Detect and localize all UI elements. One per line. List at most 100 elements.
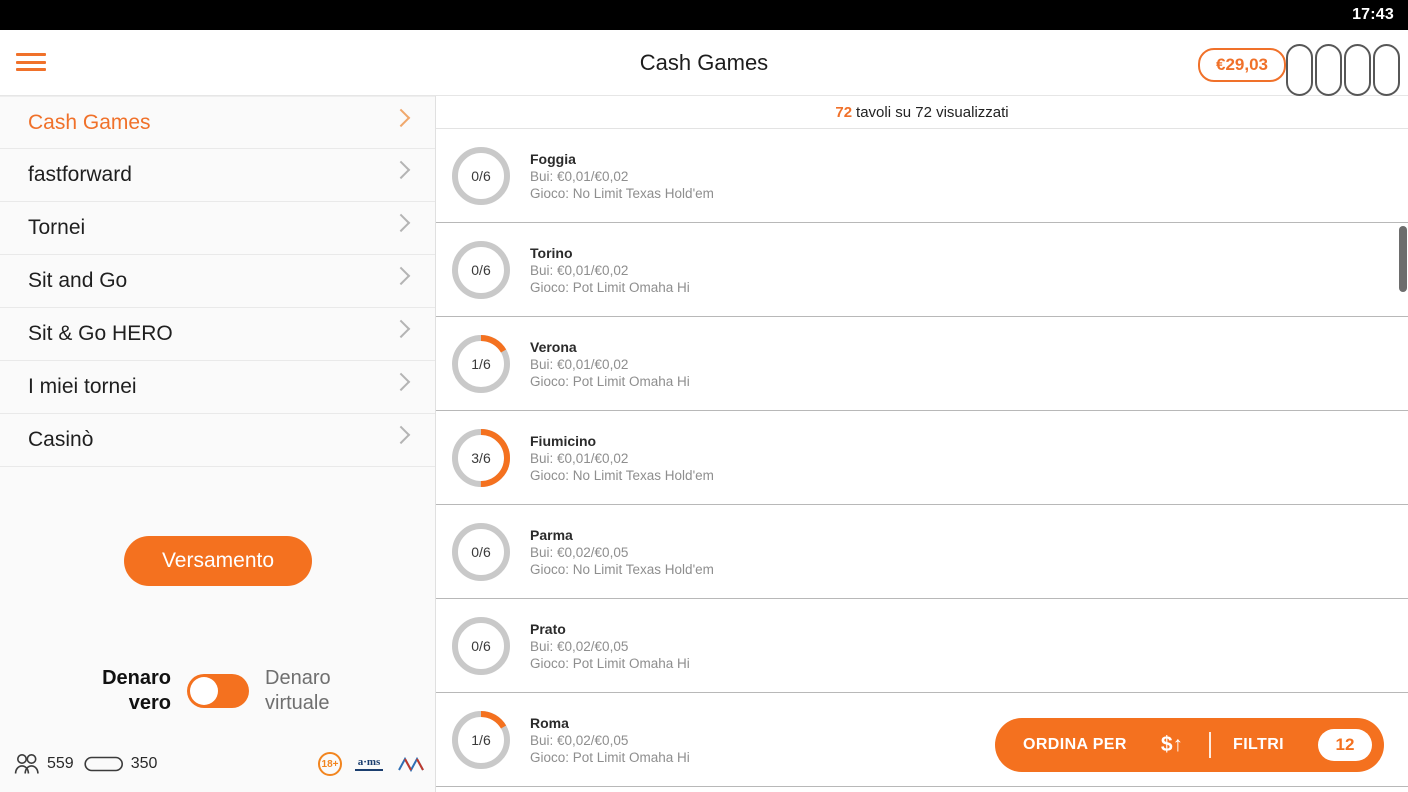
table-slot-indicators [1286,44,1400,96]
table-game-type: Gioco: Pot Limit Omaha Hi [530,373,690,389]
sort-by-label[interactable]: ORDINA PER [1023,736,1127,754]
cash-games-table-list: 72 tavoli su 72 visualizzati 0/6 Foggia Bu… [436,96,1408,792]
table-blinds: Bui: €0,01/€0,02 [530,168,629,184]
virtual-money-label-line2: virtuale [265,692,330,714]
table-name: Prato [530,620,566,637]
tables-online-stat: 350 [84,754,158,774]
table-rows: 0/6 Foggia Bui: €0,01/€0,02 Gioco: No Limit… [436,129,1408,787]
seats-count-label: 1/6 [471,355,491,372]
table-info: Fiumicino Bui: €0,01/€0,02 Gioco: No Limit… [530,433,714,483]
table-info: Verona Bui: €0,01/€0,02 Gioco: Pot Limit O… [530,339,690,389]
table-info: Foggia Bui: €0,01/€0,02 Gioco: No Limit Te… [530,151,714,201]
sidebar-item-label: Sit and Go [28,269,128,292]
table-info: Roma Bui: €0,02/€0,05 Gioco: Pot Limit Oma… [530,715,690,765]
seats-progress-ring: 1/6 [450,709,512,771]
sidebar-item-label: Casinò [28,428,94,451]
table-game-type: Gioco: Pot Limit Omaha Hi [530,279,690,295]
chevron-right-icon [391,266,411,286]
chevron-right-icon [391,319,411,339]
table-row[interactable]: 0/6 Prato Bui: €0,02/€0,05 Gioco: Pot Limit… [436,599,1408,693]
table-game-type: Gioco: No Limit Texas Hold'em [530,185,714,201]
virtual-money-label-line1: Denaro [265,667,331,689]
table-slot-icon[interactable] [1344,44,1371,96]
list-result-count: 72 [835,103,853,121]
seats-progress-ring: 0/6 [450,615,512,677]
seats-progress-ring: 0/6 [450,239,512,301]
app-root: 17:43 Cash Games €29,03 Cash Games fastfo… [0,0,1408,792]
table-row[interactable]: 1/6 Verona Bui: €0,01/€0,02 Gioco: Pot Limi… [436,317,1408,411]
adm-logo-rule [355,769,383,771]
table-name: Fiumicino [530,432,597,449]
sidebar-item-fastforward[interactable]: fastforward [0,149,435,202]
table-game-type: Gioco: Pot Limit Omaha Hi [530,749,690,765]
table-row[interactable]: 0/6 Torino Bui: €0,01/€0,02 Gioco: Pot Limi… [436,223,1408,317]
sidebar: Cash Games fastforward Tornei Sit and Go Sit… [0,96,436,792]
sidebar-item-casin[interactable]: Casinò [0,414,435,467]
sidebar-item-sit-go-hero[interactable]: Sit & Go HERO [0,308,435,361]
status-bar: 17:43 [0,0,1408,30]
deposit-button[interactable]: Versamento [123,536,313,586]
sidebar-item-label: fastforward [28,163,132,186]
chevron-right-icon [391,372,411,392]
money-toggle-switch[interactable] [187,674,249,708]
chevron-right-icon [391,160,411,180]
sidebar-item-label: Cash Games [28,110,151,134]
players-online-stat: 559 [14,753,74,775]
table-name: Parma [530,526,573,543]
sidebar-item-label: Sit & Go HERO [28,322,173,345]
sidebar-item-sit-and-go[interactable]: Sit and Go [0,255,435,308]
balance-pill[interactable]: €29,03 [1198,48,1286,82]
page-title: Cash Games [639,50,769,75]
virtual-money-label: Denaro virtuale [265,666,357,716]
table-row[interactable]: 0/6 Parma Bui: €0,02/€0,05 Gioco: No Limit … [436,505,1408,599]
table-game-type: Gioco: Pot Limit Omaha Hi [530,655,690,671]
sort-filter-action-bar[interactable]: ORDINA PER $↑ FILTRI 12 [994,718,1384,772]
scrollbar-thumb[interactable] [1399,226,1407,292]
list-scrollbar[interactable] [1399,130,1407,792]
table-row[interactable]: 0/6 Foggia Bui: €0,01/€0,02 Gioco: No Limit… [436,129,1408,223]
tables-online-count: 350 [130,755,158,772]
seats-progress-ring: 0/6 [450,521,512,583]
seats-progress-ring: 0/6 [450,145,512,207]
table-slot-icon[interactable] [1286,44,1313,96]
sidebar-item-tornei[interactable]: Tornei [0,202,435,255]
players-online-count: 559 [47,755,74,772]
players-icon [14,754,39,774]
sidebar-item-label: I miei tornei [28,375,137,398]
status-bar-clock: 17:43 [1352,6,1394,23]
sidebar-item-i-miei-tornei[interactable]: I miei tornei [0,361,435,414]
toggle-knob [190,677,218,705]
table-name: Roma [530,714,569,731]
table-game-type: Gioco: No Limit Texas Hold'em [530,467,714,483]
real-money-label-line2: vero [128,692,171,714]
table-row[interactable]: 3/6 Fiumicino Bui: €0,01/€0,02 Gioco: No Li… [436,411,1408,505]
sidebar-item-cash-games[interactable]: Cash Games [0,96,435,149]
list-result-header: 72 tavoli su 72 visualizzati [436,96,1408,129]
table-game-type: Gioco: No Limit Texas Hold'em [530,561,714,577]
table-name: Foggia [530,150,576,167]
seats-count-label: 0/6 [471,261,491,278]
seats-count-label: 1/6 [471,731,491,748]
table-slot-icon[interactable] [1373,44,1400,96]
table-blinds: Bui: €0,01/€0,02 [530,262,629,278]
app-header: Cash Games €29,03 [0,30,1408,96]
action-bar-divider [1209,732,1212,758]
filters-count-badge[interactable]: 12 [1318,729,1372,761]
age-18-plus-icon: 18+ [318,752,342,776]
table-slot-icon[interactable] [1315,44,1342,96]
sidebar-nav-list: Cash Games fastforward Tornei Sit and Go Sit… [0,96,435,467]
sidebar-footer: 559 350 18+ a·ms [0,746,435,782]
real-money-label: Denaro vero [79,666,171,716]
table-info: Prato Bui: €0,02/€0,05 Gioco: Pot Limit Om… [530,621,690,671]
table-blinds: Bui: €0,01/€0,02 [530,356,629,372]
seats-count-label: 0/6 [471,637,491,654]
table-name: Torino [530,244,573,261]
table-blinds: Bui: €0,02/€0,05 [530,732,629,748]
money-mode-toggle[interactable]: Denaro vero Denaro virtuale [0,666,435,716]
table-info: Parma Bui: €0,02/€0,05 Gioco: No Limit Tex… [530,527,714,577]
table-blinds: Bui: €0,02/€0,05 [530,638,629,654]
seats-count-label: 0/6 [471,167,491,184]
sort-direction-icon[interactable]: $↑ [1161,733,1183,757]
sidebar-item-label: Tornei [28,216,86,239]
filters-label[interactable]: FILTRI [1233,736,1284,754]
